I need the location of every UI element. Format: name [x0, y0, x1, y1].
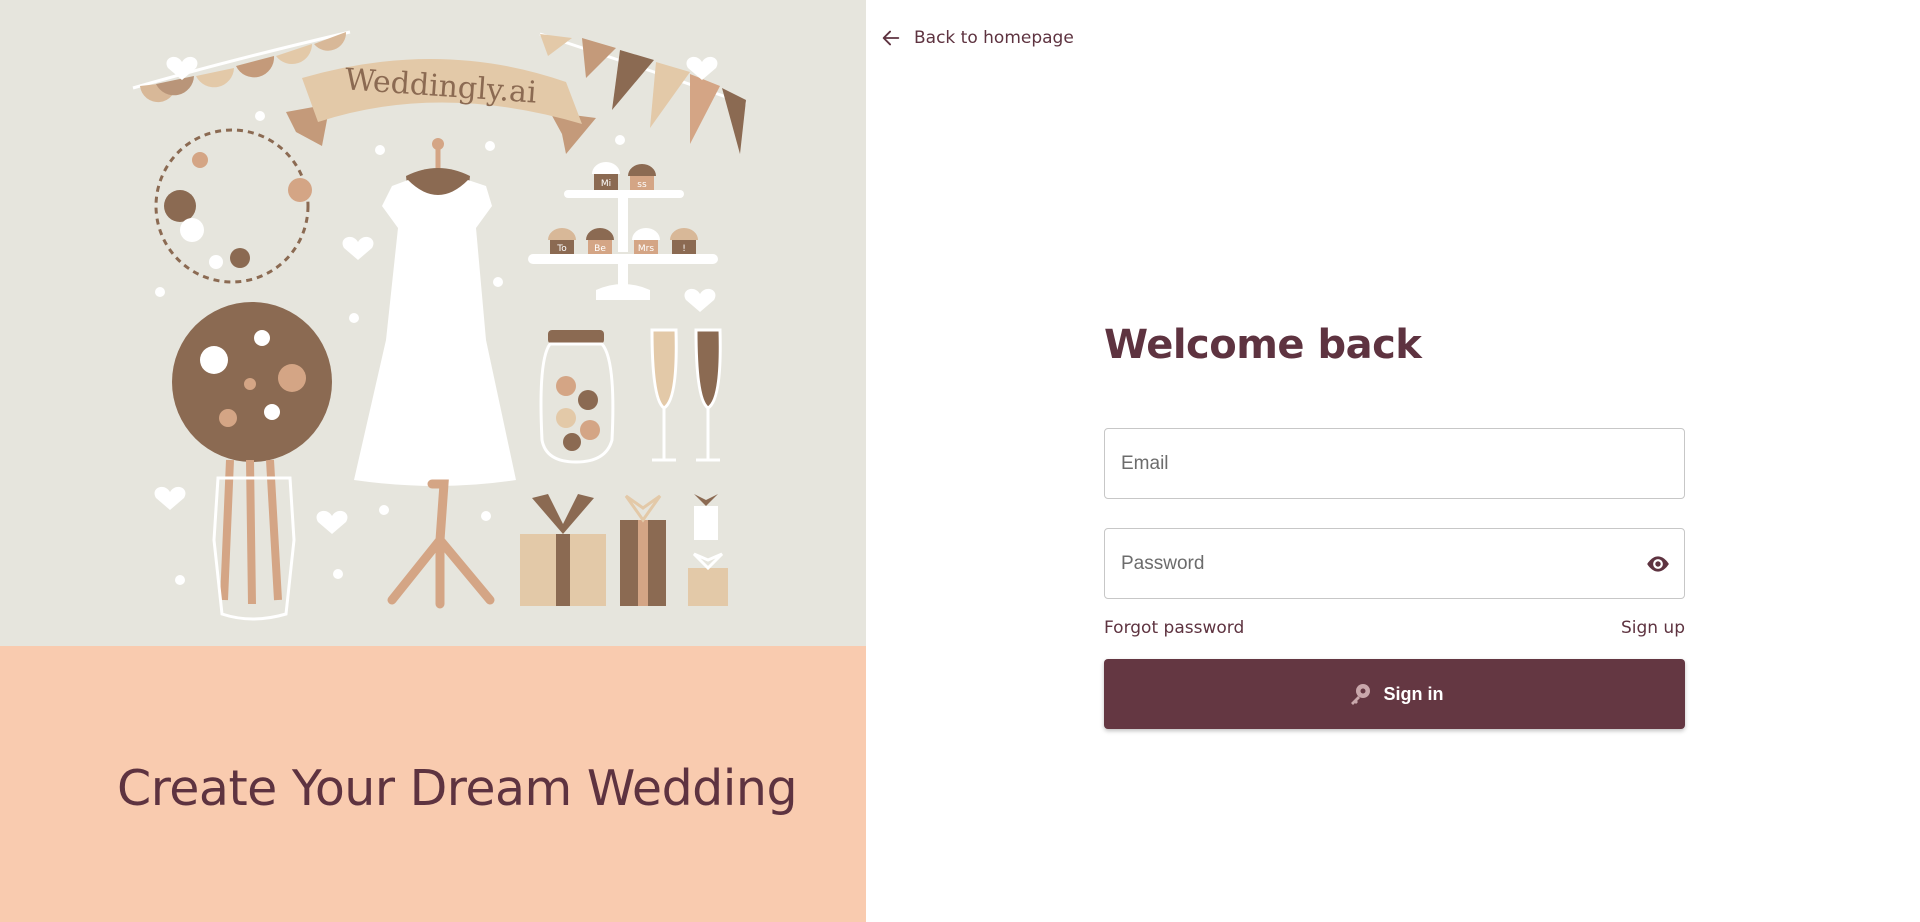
sign-in-button[interactable]: Sign in — [1104, 659, 1685, 729]
wedding-illustration-image: Weddingly.ai Mi ss To Be Mrs ! — [132, 30, 747, 621]
key-icon — [1350, 684, 1370, 705]
wedding-illustration: Weddingly.ai Mi ss To Be Mrs ! — [0, 0, 866, 646]
cupcake-label-4: Be — [594, 244, 606, 254]
back-to-homepage-label: Back to homepage — [914, 28, 1074, 48]
cupcake-label-3: To — [556, 244, 567, 254]
show-password-icon[interactable] — [1644, 551, 1672, 577]
cupcake-label-2: ss — [637, 180, 647, 190]
forgot-password-link[interactable]: Forgot password — [1104, 618, 1244, 638]
password-input[interactable] — [1105, 529, 1684, 598]
email-field[interactable] — [1104, 428, 1685, 499]
sign-in-panel: Back to homepage Welcome back Forgot pas… — [866, 0, 1920, 922]
password-field[interactable] — [1104, 528, 1685, 599]
arrow-left-icon — [882, 30, 900, 46]
sign-in-label: Sign in — [1383, 683, 1444, 704]
hero-tagline: Create Your Dream Wedding — [117, 760, 798, 817]
email-input[interactable] — [1105, 429, 1684, 498]
back-to-homepage-link[interactable]: Back to homepage — [880, 26, 1074, 50]
sign-up-link[interactable]: Sign up — [1621, 618, 1685, 638]
page-title: Welcome back — [1104, 322, 1422, 368]
tagline-panel: Create Your Dream Wedding — [0, 646, 866, 922]
cupcake-label-6: ! — [682, 244, 686, 254]
cupcake-label-5: Mrs — [638, 244, 654, 254]
cupcake-label-1: Mi — [601, 179, 611, 189]
hero-panel: Weddingly.ai Mi ss To Be Mrs ! Create Yo… — [0, 0, 866, 922]
auth-links: Forgot password Sign up — [1104, 618, 1685, 638]
